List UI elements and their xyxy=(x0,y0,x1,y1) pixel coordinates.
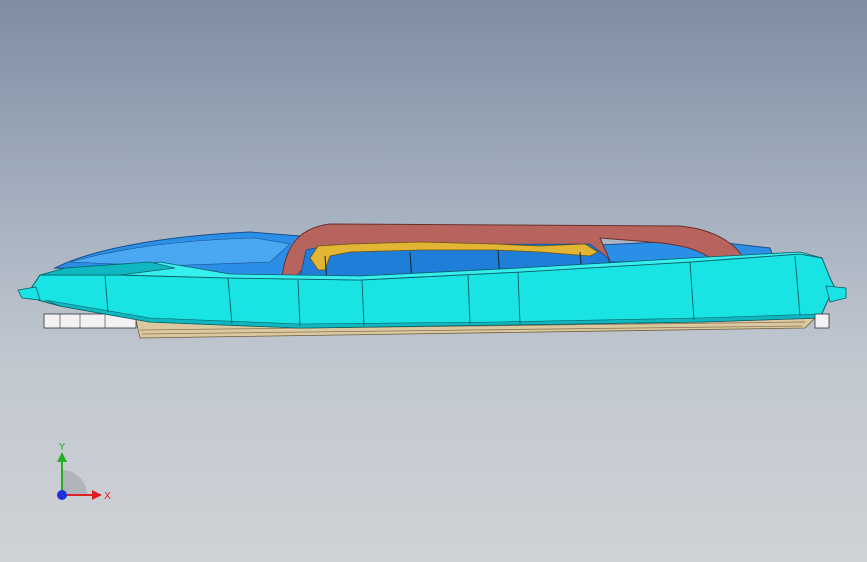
coordinate-triad: Y X xyxy=(57,442,111,502)
right-foot[interactable] xyxy=(814,313,830,329)
left-tab[interactable] xyxy=(17,286,41,301)
3d-model-view[interactable] xyxy=(0,0,867,562)
graphics-viewport[interactable]: Y X xyxy=(0,0,867,562)
y-axis-label: Y xyxy=(58,442,66,453)
x-axis-label: X xyxy=(104,491,111,502)
z-axis-dot-icon xyxy=(57,490,67,500)
right-tab[interactable] xyxy=(825,285,847,303)
x-axis-arrow-icon xyxy=(92,490,102,500)
y-axis-arrow-icon xyxy=(57,452,67,462)
triad-shadow xyxy=(62,470,87,495)
